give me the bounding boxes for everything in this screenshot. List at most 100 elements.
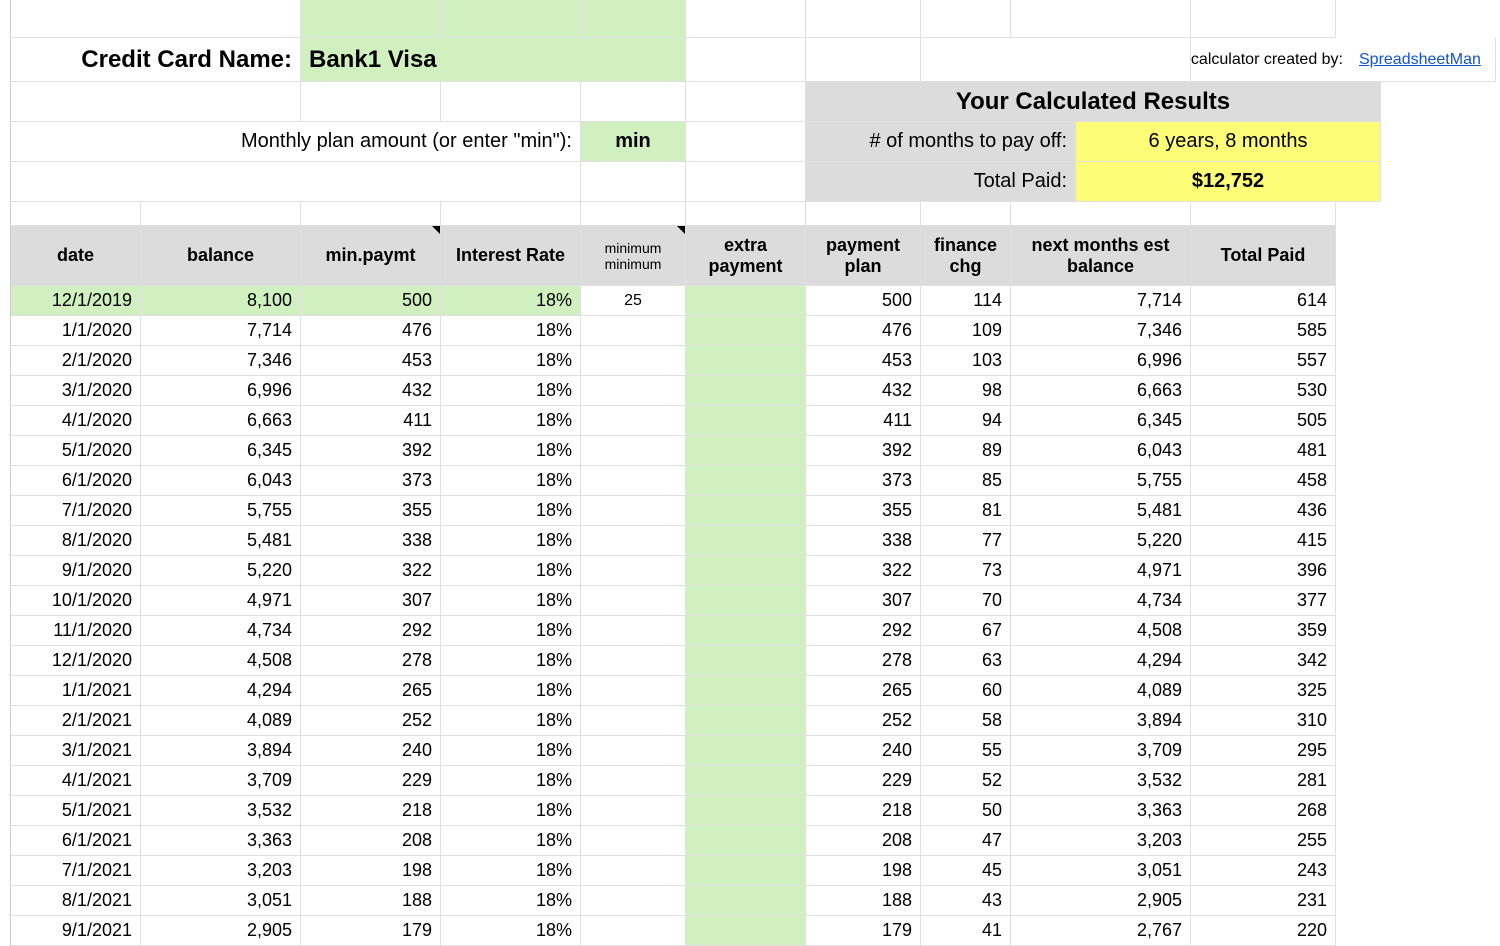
cell-payment-plan[interactable]: 278 [806,646,921,676]
cell-balance[interactable]: 3,203 [141,856,301,886]
cell-payment-plan[interactable]: 240 [806,736,921,766]
cell-balance[interactable]: 2,905 [141,916,301,946]
cell-total-paid[interactable]: 281 [1191,766,1336,796]
cell-finance-chg[interactable]: 47 [921,826,1011,856]
credit-card-name-input[interactable]: Bank1 Visa [301,38,686,82]
cell-minimum-minimum[interactable] [581,886,686,916]
cell-finance-chg[interactable]: 52 [921,766,1011,796]
blank-cell[interactable] [11,162,581,202]
cell-payment-plan[interactable]: 500 [806,286,921,316]
cell-next-balance[interactable]: 3,203 [1011,826,1191,856]
cell-balance[interactable]: 8,100 [141,286,301,316]
blank-cell[interactable] [686,0,806,38]
cell-total-paid[interactable]: 342 [1191,646,1336,676]
cell-extra-payment[interactable] [686,706,806,736]
cell-total-paid[interactable]: 255 [1191,826,1336,856]
cell-payment-plan[interactable]: 453 [806,346,921,376]
cell-interest-rate[interactable]: 18% [441,556,581,586]
cell-min-paymt[interactable]: 453 [301,346,441,376]
blank-cell[interactable] [1191,202,1336,226]
cell-extra-payment[interactable] [686,856,806,886]
cell-minimum-minimum[interactable] [581,736,686,766]
cell-total-paid[interactable]: 415 [1191,526,1336,556]
cell-payment-plan[interactable]: 476 [806,316,921,346]
cell-finance-chg[interactable]: 58 [921,706,1011,736]
cell-interest-rate[interactable]: 18% [441,736,581,766]
blank-cell[interactable] [581,82,686,122]
calculator-creator-link[interactable]: SpreadsheetMan [1351,38,1496,82]
cell-extra-payment[interactable] [686,286,806,316]
cell-balance[interactable]: 4,971 [141,586,301,616]
blank-cell[interactable] [11,82,301,122]
cell-date[interactable]: 7/1/2020 [11,496,141,526]
cell-payment-plan[interactable]: 218 [806,796,921,826]
cell-next-balance[interactable]: 3,532 [1011,766,1191,796]
cell-total-paid[interactable]: 505 [1191,406,1336,436]
cell-payment-plan[interactable]: 392 [806,436,921,466]
cell-total-paid[interactable]: 310 [1191,706,1336,736]
cell-next-balance[interactable]: 2,905 [1011,886,1191,916]
cell-payment-plan[interactable]: 411 [806,406,921,436]
blank-cell[interactable] [141,202,301,226]
cell-extra-payment[interactable] [686,646,806,676]
cell-extra-payment[interactable] [686,556,806,586]
cell-min-paymt[interactable]: 208 [301,826,441,856]
cell-balance[interactable]: 3,363 [141,826,301,856]
cell-next-balance[interactable]: 3,894 [1011,706,1191,736]
blank-cell[interactable] [581,162,686,202]
cell-extra-payment[interactable] [686,316,806,346]
blank-cell[interactable] [806,38,921,82]
cell-minimum-minimum[interactable] [581,796,686,826]
cell-interest-rate[interactable]: 18% [441,916,581,946]
table-row[interactable]: 8/1/20205,48133818%338775,220415 [11,526,1500,556]
cell-next-balance[interactable]: 3,051 [1011,856,1191,886]
cell-total-paid[interactable]: 243 [1191,856,1336,886]
cell-date[interactable]: 3/1/2021 [11,736,141,766]
cell-minimum-minimum[interactable] [581,676,686,706]
cell-min-paymt[interactable]: 338 [301,526,441,556]
blank-cell[interactable] [806,0,921,38]
cell-date[interactable]: 10/1/2020 [11,586,141,616]
cell-payment-plan[interactable]: 432 [806,376,921,406]
blank-cell[interactable] [921,38,1191,82]
col-header-interest-rate[interactable]: Interest Rate [441,226,581,286]
cell-extra-payment[interactable] [686,736,806,766]
blank-cell[interactable] [921,202,1011,226]
cell-min-paymt[interactable]: 411 [301,406,441,436]
table-row[interactable]: 9/1/20205,22032218%322734,971396 [11,556,1500,586]
cell-finance-chg[interactable]: 98 [921,376,1011,406]
cell-extra-payment[interactable] [686,916,806,946]
cell-date[interactable]: 2/1/2021 [11,706,141,736]
cell-payment-plan[interactable]: 188 [806,886,921,916]
cell-minimum-minimum[interactable] [581,706,686,736]
cell-balance[interactable]: 6,663 [141,406,301,436]
blank-cell[interactable] [1191,0,1336,38]
table-row[interactable]: 4/1/20206,66341118%411946,345505 [11,406,1500,436]
cell-next-balance[interactable]: 6,043 [1011,436,1191,466]
cell-payment-plan[interactable]: 229 [806,766,921,796]
cell-interest-rate[interactable]: 18% [441,346,581,376]
table-row[interactable]: 1/1/20207,71447618%4761097,346585 [11,316,1500,346]
cell-payment-plan[interactable]: 265 [806,676,921,706]
cell-payment-plan[interactable]: 208 [806,826,921,856]
cell-total-paid[interactable]: 557 [1191,346,1336,376]
cell-min-paymt[interactable]: 188 [301,886,441,916]
cell-payment-plan[interactable]: 179 [806,916,921,946]
table-row[interactable]: 7/1/20205,75535518%355815,481436 [11,496,1500,526]
cell-minimum-minimum[interactable] [581,346,686,376]
cell-finance-chg[interactable]: 85 [921,466,1011,496]
cell-finance-chg[interactable]: 114 [921,286,1011,316]
cell-finance-chg[interactable]: 89 [921,436,1011,466]
cell-date[interactable]: 9/1/2020 [11,556,141,586]
blank-cell[interactable] [686,122,806,162]
cell-interest-rate[interactable]: 18% [441,316,581,346]
cell-payment-plan[interactable]: 355 [806,496,921,526]
cell-next-balance[interactable]: 4,089 [1011,676,1191,706]
cell-finance-chg[interactable]: 77 [921,526,1011,556]
cell-interest-rate[interactable]: 18% [441,646,581,676]
table-row[interactable]: 5/1/20213,53221818%218503,363268 [11,796,1500,826]
col-header-min-paymt[interactable]: min.paymt [301,226,441,286]
cell-min-paymt[interactable]: 198 [301,856,441,886]
cell-min-paymt[interactable]: 218 [301,796,441,826]
table-row[interactable]: 10/1/20204,97130718%307704,734377 [11,586,1500,616]
